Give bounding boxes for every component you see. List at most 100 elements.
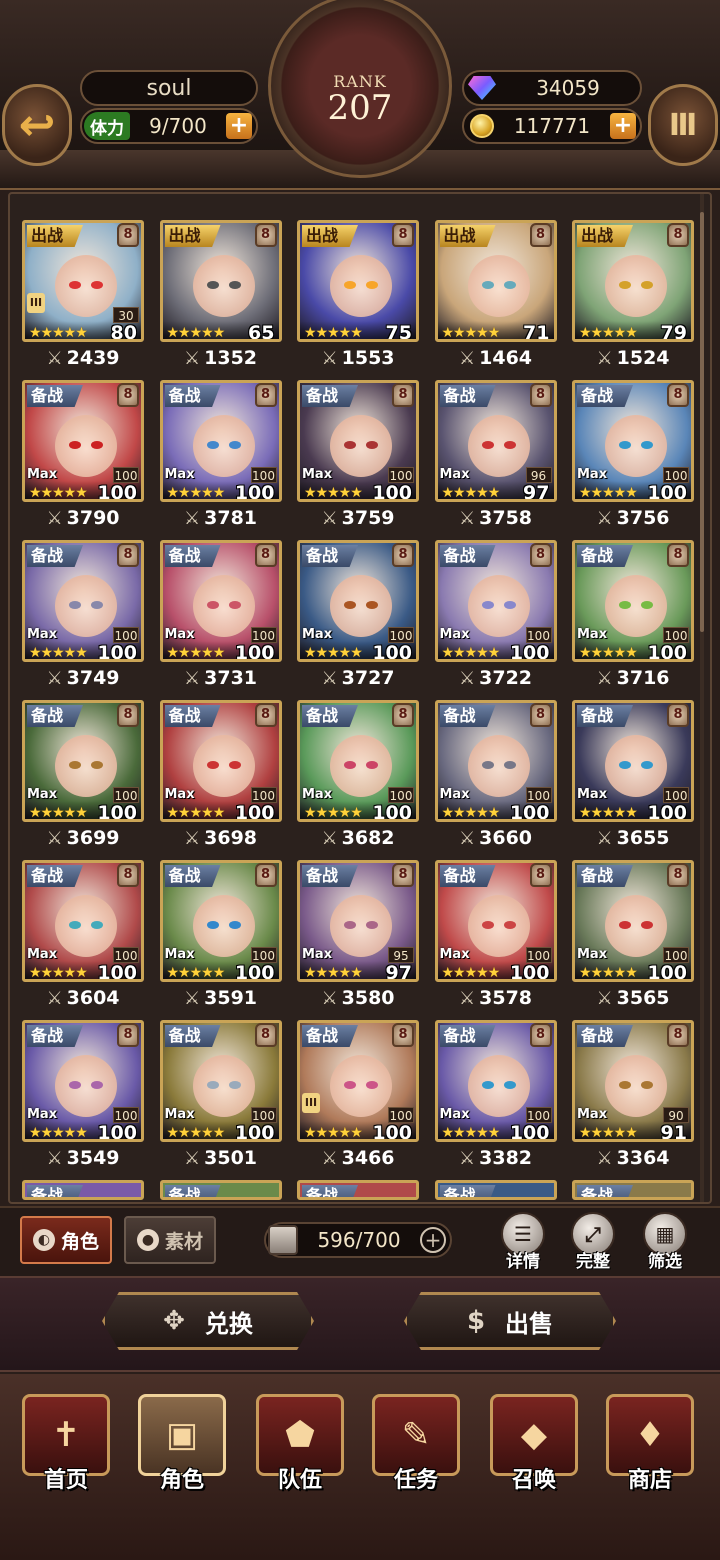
lock-icon[interactable]: 8 <box>392 703 414 727</box>
character-card[interactable]: 备战 8 Max 100 ★★★★★ 100 ⚔ 3756 <box>572 380 694 532</box>
character-card[interactable]: 出战 8 ★★★★★ 79 ⚔ 1524 <box>572 220 694 372</box>
sell-button[interactable]: $ 出售 <box>404 1292 616 1350</box>
lock-icon[interactable]: 8 <box>254 863 277 887</box>
lock-icon[interactable]: 8 <box>117 383 139 407</box>
lock-icon[interactable]: 8 <box>392 543 414 567</box>
lock-icon[interactable]: 8 <box>117 223 139 247</box>
lock-icon[interactable]: 8 <box>529 543 552 567</box>
lock-icon[interactable]: 8 <box>254 383 277 407</box>
character-card[interactable]: 备战 8 Max 100 ★★★★★ 100 ⚔ 3660 <box>434 700 557 852</box>
character-card[interactable]: 出战 8 ★★★★★ 65 ⚔ 1352 <box>159 220 282 372</box>
lock-icon[interactable]: 8 <box>667 383 689 407</box>
lock-icon[interactable]: 8 <box>667 543 689 567</box>
character-card[interactable]: 备战 8 Max 100 ★★★★★ 100 ⚔ 3727 <box>297 540 419 692</box>
lock-icon[interactable]: 8 <box>254 703 277 727</box>
character-card[interactable]: 备战 8 Max 100 ★★★★★ 100 ⚔ 3722 <box>434 540 557 692</box>
lock-icon[interactable]: 8 <box>117 1023 139 1047</box>
lock-icon[interactable]: 8 <box>254 1023 277 1047</box>
nav-team[interactable]: ⬟ 队伍 <box>254 1394 346 1494</box>
lock-icon[interactable]: 8 <box>392 223 414 247</box>
max-tag: Max <box>302 787 333 802</box>
lock-icon[interactable]: 8 <box>392 863 414 887</box>
lock-icon[interactable]: 8 <box>254 223 277 247</box>
back-button[interactable]: ↩ <box>2 84 72 166</box>
lock-icon[interactable]: 8 <box>392 1023 414 1047</box>
character-card[interactable]: 备战 <box>434 1180 557 1200</box>
nav-quest[interactable]: ✎ 任务 <box>370 1394 462 1494</box>
character-eye <box>228 1081 241 1089</box>
character-grid[interactable]: 出战 8 III 30 ★★★★★ 80 ⚔ 2439 出战 8 ★★★★★ 65 ⚔ 1352 出战 8 ★★… <box>8 192 712 1204</box>
tab-characters[interactable]: ◐ 角色 <box>20 1216 112 1264</box>
lock-icon[interactable]: 8 <box>117 863 139 887</box>
character-power: 3727 <box>341 667 395 689</box>
add-gold-button[interactable]: + <box>610 113 636 139</box>
character-card[interactable]: 备战 8 Max 100 ★★★★★ 100 ⚔ 3790 <box>22 380 144 532</box>
character-card[interactable]: 备战 8 Max 100 ★★★★★ 100 ⚔ 3578 <box>434 860 557 1012</box>
power-row: ⚔ 3549 <box>22 1146 144 1170</box>
character-card[interactable]: 备战 8 Max 100 ★★★★★ 100 ⚔ 3749 <box>22 540 144 692</box>
crossed-swords-icon: ⚔ <box>458 667 476 689</box>
lock-icon[interactable]: 8 <box>529 223 552 247</box>
character-card[interactable]: 备战 8 Max 100 ★★★★★ 100 ⚔ 3731 <box>159 540 282 692</box>
character-card[interactable]: 备战 <box>572 1180 694 1200</box>
lock-icon[interactable]: 8 <box>667 223 689 247</box>
character-card[interactable]: 备战 8 Max 100 ★★★★★ 100 ⚔ 3382 <box>434 1020 557 1172</box>
character-card[interactable]: 出战 8 ★★★★★ 71 ⚔ 1464 <box>434 220 557 372</box>
lock-icon[interactable]: 8 <box>667 1023 689 1047</box>
lock-icon[interactable]: 8 <box>529 1023 552 1047</box>
lock-icon[interactable]: 8 <box>529 383 552 407</box>
status-tag: 出战 <box>164 225 221 247</box>
character-card[interactable]: 备战 8 III 100 ★★★★★ 100 ⚔ 3466 <box>297 1020 419 1172</box>
character-card[interactable]: 备战 8 Max 100 ★★★★★ 100 ⚔ 3655 <box>572 700 694 852</box>
add-stamina-button[interactable]: + <box>226 113 252 139</box>
character-card[interactable]: 备战 <box>297 1180 419 1200</box>
character-card[interactable]: 备战 8 Max 100 ★★★★★ 100 ⚔ 3501 <box>159 1020 282 1172</box>
character-card[interactable]: 备战 8 Max 100 ★★★★★ 100 ⚔ 3591 <box>159 860 282 1012</box>
character-power: 1524 <box>616 347 670 369</box>
character-power: 3758 <box>479 507 533 529</box>
lock-icon[interactable]: 8 <box>667 863 689 887</box>
lock-icon[interactable]: 8 <box>529 703 552 727</box>
character-face <box>605 415 667 477</box>
lock-icon[interactable]: 8 <box>667 703 689 727</box>
character-card[interactable]: 备战 <box>159 1180 282 1200</box>
filter-button[interactable]: ▦ 筛选 <box>636 1212 694 1272</box>
character-card[interactable]: 备战 8 Max 100 ★★★★★ 100 ⚔ 3682 <box>297 700 419 852</box>
character-card[interactable]: 备战 8 Max 90 ★★★★★ 91 ⚔ 3364 <box>572 1020 694 1172</box>
nav-home[interactable]: ✝ 首页 <box>20 1394 112 1494</box>
tab-materials[interactable]: ● 素材 <box>124 1216 216 1264</box>
lock-icon[interactable]: 8 <box>117 703 139 727</box>
stars-icon: ★★★★★ <box>166 325 226 341</box>
character-card[interactable]: 备战 8 Max 100 ★★★★★ 100 ⚔ 3699 <box>22 700 144 852</box>
exchange-button[interactable]: ✥ 兑换 <box>102 1292 314 1350</box>
nav-characters[interactable]: ▣ 角色 <box>136 1394 228 1494</box>
character-card[interactable]: 备战 8 Max 100 ★★★★★ 100 ⚔ 3781 <box>159 380 282 532</box>
character-card[interactable]: 备战 8 Max 100 ★★★★★ 100 ⚔ 3565 <box>572 860 694 1012</box>
nav-summon[interactable]: ◆ 召唤 <box>488 1394 580 1494</box>
character-card[interactable]: 备战 8 Max 100 ★★★★★ 100 ⚔ 3716 <box>572 540 694 692</box>
character-card[interactable]: 备战 8 Max 96 ★★★★★ 97 ⚔ 3758 <box>434 380 557 532</box>
lock-icon[interactable]: 8 <box>392 383 414 407</box>
character-card[interactable]: 出战 8 III 30 ★★★★★ 80 ⚔ 2439 <box>22 220 144 372</box>
lock-icon[interactable]: 8 <box>254 543 277 567</box>
character-power: 3781 <box>204 507 258 529</box>
character-card[interactable]: 备战 8 Max 100 ★★★★★ 100 ⚔ 3698 <box>159 700 282 852</box>
expand-capacity-button[interactable]: + <box>420 1227 446 1253</box>
lock-icon[interactable]: 8 <box>529 863 552 887</box>
character-power: 1464 <box>479 347 533 369</box>
character-card[interactable]: 备战 8 Max 95 ★★★★★ 97 ⚔ 3580 <box>297 860 419 1012</box>
character-card[interactable]: 备战 8 Max 100 ★★★★★ 100 ⚔ 3604 <box>22 860 144 1012</box>
scrollbar-thumb[interactable] <box>700 212 704 632</box>
lock-icon[interactable]: 8 <box>117 543 139 567</box>
character-eye <box>344 281 356 289</box>
museum-button[interactable]: Ⅲ <box>648 84 718 166</box>
character-card[interactable]: 备战 8 Max 100 ★★★★★ 100 ⚔ 3759 <box>297 380 419 532</box>
character-portrait: 备战 8 Max 100 ★★★★★ 100 <box>572 700 694 822</box>
nav-shop[interactable]: ♦ 商店 <box>604 1394 696 1494</box>
character-card[interactable]: 备战 <box>22 1180 144 1200</box>
complete-button[interactable]: ⤢ 完整 <box>564 1212 622 1272</box>
character-card[interactable]: 备战 8 Max 100 ★★★★★ 100 ⚔ 3549 <box>22 1020 144 1172</box>
details-button[interactable]: ☰ 详情 <box>494 1212 552 1272</box>
stars-icon: ★★★★★ <box>304 645 363 661</box>
character-card[interactable]: 出战 8 ★★★★★ 75 ⚔ 1553 <box>297 220 419 372</box>
